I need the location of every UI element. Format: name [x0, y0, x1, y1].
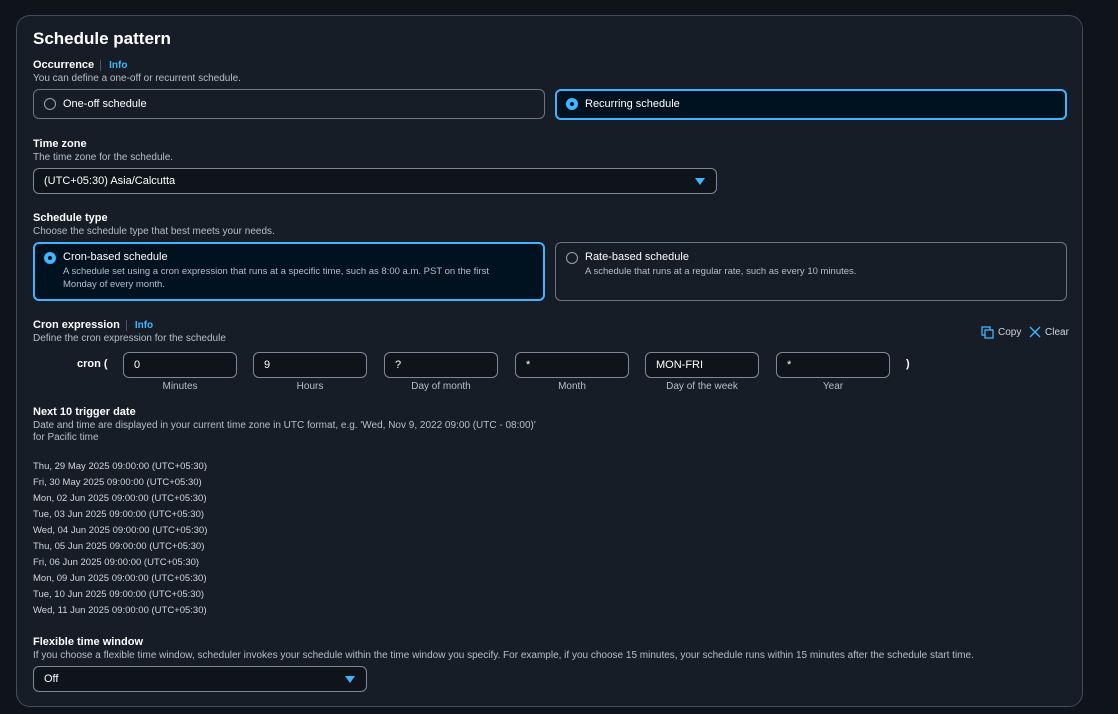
- trigger-date-item: Wed, 04 Jun 2025 09:00:00 (UTC+05:30): [33, 525, 208, 536]
- cron-month-caption: Month: [558, 381, 586, 392]
- triggers-description-line2: for Pacific time: [33, 432, 99, 443]
- clear-button[interactable]: Clear: [1029, 326, 1069, 338]
- cron-header: Cron expression Info: [33, 319, 153, 331]
- flex-window-label: Flexible time window: [33, 636, 144, 648]
- cron-label: Cron expression: [33, 319, 120, 331]
- recurring-radio[interactable]: [566, 98, 578, 110]
- rate-based-description: A schedule that runs at a regular rate, …: [585, 266, 857, 277]
- timezone-description: The time zone for the schedule.: [33, 152, 174, 163]
- timezone-value: (UTC+05:30) Asia/Calcutta: [44, 175, 176, 187]
- schedule-type-description: Choose the schedule type that best meets…: [33, 226, 275, 237]
- recurring-label: Recurring schedule: [585, 98, 680, 110]
- copy-icon: [981, 326, 994, 339]
- trigger-date-item: Thu, 05 Jun 2025 09:00:00 (UTC+05:30): [33, 541, 205, 552]
- flex-window-select[interactable]: Off: [33, 666, 367, 692]
- cron-day-of-week-input[interactable]: MON-FRI: [645, 352, 759, 378]
- one-off-radio[interactable]: [44, 98, 56, 110]
- cron-hours-caption: Hours: [296, 381, 324, 392]
- one-off-label: One-off schedule: [63, 98, 147, 110]
- rate-based-schedule-option[interactable]: Rate-based schedule A schedule that runs…: [555, 242, 1067, 301]
- recurring-schedule-option[interactable]: Recurring schedule: [555, 89, 1067, 120]
- occurrence-label: Occurrence: [33, 59, 95, 71]
- schedule-type-label: Schedule type: [33, 212, 108, 224]
- cron-based-schedule-option[interactable]: Cron-based schedule A schedule set using…: [33, 242, 545, 301]
- flex-window-value: Off: [44, 673, 59, 685]
- cron-based-description-line2: Monday of every month.: [63, 279, 165, 290]
- rate-based-radio[interactable]: [566, 252, 578, 264]
- trigger-date-item: Thu, 29 May 2025 09:00:00 (UTC+05:30): [33, 461, 208, 472]
- caret-down-icon: [695, 178, 705, 185]
- cron-info-link[interactable]: Info: [125, 319, 153, 331]
- close-icon: [1029, 326, 1041, 338]
- copy-label: Copy: [998, 327, 1022, 338]
- trigger-date-item: Tue, 03 Jun 2025 09:00:00 (UTC+05:30): [33, 509, 205, 520]
- trigger-date-item: Fri, 30 May 2025 09:00:00 (UTC+05:30): [33, 477, 202, 488]
- flex-window-description: If you choose a flexible time window, sc…: [33, 650, 974, 661]
- occurrence-info-link[interactable]: Info: [100, 59, 127, 71]
- cron-prefix: cron (: [77, 358, 108, 370]
- cron-minutes-input[interactable]: 0: [123, 352, 237, 378]
- trigger-date-item: Mon, 09 Jun 2025 09:00:00 (UTC+05:30): [33, 573, 207, 584]
- cron-day-of-week-caption: Day of the week: [666, 381, 738, 392]
- cron-based-label: Cron-based schedule: [63, 251, 168, 263]
- occurrence-header: Occurrence Info: [33, 59, 127, 71]
- cron-based-radio[interactable]: [44, 252, 56, 264]
- triggers-label: Next 10 trigger date: [33, 406, 136, 418]
- cron-month-input[interactable]: *: [515, 352, 629, 378]
- cron-based-description-line1: A schedule set using a cron expression t…: [63, 266, 489, 277]
- timezone-label: Time zone: [33, 138, 87, 150]
- cron-suffix: ): [906, 358, 910, 370]
- cron-day-of-month-caption: Day of month: [411, 381, 471, 392]
- one-off-schedule-option[interactable]: One-off schedule: [33, 89, 545, 119]
- caret-down-icon: [345, 676, 355, 683]
- schedule-pattern-panel: Schedule pattern Occurrence Info You can…: [16, 15, 1083, 707]
- trigger-date-item: Fri, 06 Jun 2025 09:00:00 (UTC+05:30): [33, 557, 200, 568]
- copy-button[interactable]: Copy: [981, 326, 1021, 339]
- timezone-select[interactable]: (UTC+05:30) Asia/Calcutta: [33, 168, 717, 194]
- trigger-date-item: Wed, 11 Jun 2025 09:00:00 (UTC+05:30): [33, 605, 207, 616]
- clear-label: Clear: [1045, 326, 1069, 338]
- cron-minutes-caption: Minutes: [162, 381, 198, 392]
- trigger-date-item: Mon, 02 Jun 2025 09:00:00 (UTC+05:30): [33, 493, 207, 504]
- panel-title: Schedule pattern: [33, 29, 171, 48]
- rate-based-label: Rate-based schedule: [585, 251, 689, 263]
- triggers-description-line1: Date and time are displayed in your curr…: [33, 420, 536, 431]
- cron-year-input[interactable]: *: [776, 352, 890, 378]
- cron-day-of-month-input[interactable]: ?: [384, 352, 498, 378]
- trigger-date-item: Tue, 10 Jun 2025 09:00:00 (UTC+05:30): [33, 589, 205, 600]
- cron-description: Define the cron expression for the sched…: [33, 333, 226, 344]
- occurrence-description: You can define a one-off or recurrent sc…: [33, 73, 241, 84]
- cron-year-caption: Year: [822, 381, 844, 392]
- cron-hours-input[interactable]: 9: [253, 352, 367, 378]
